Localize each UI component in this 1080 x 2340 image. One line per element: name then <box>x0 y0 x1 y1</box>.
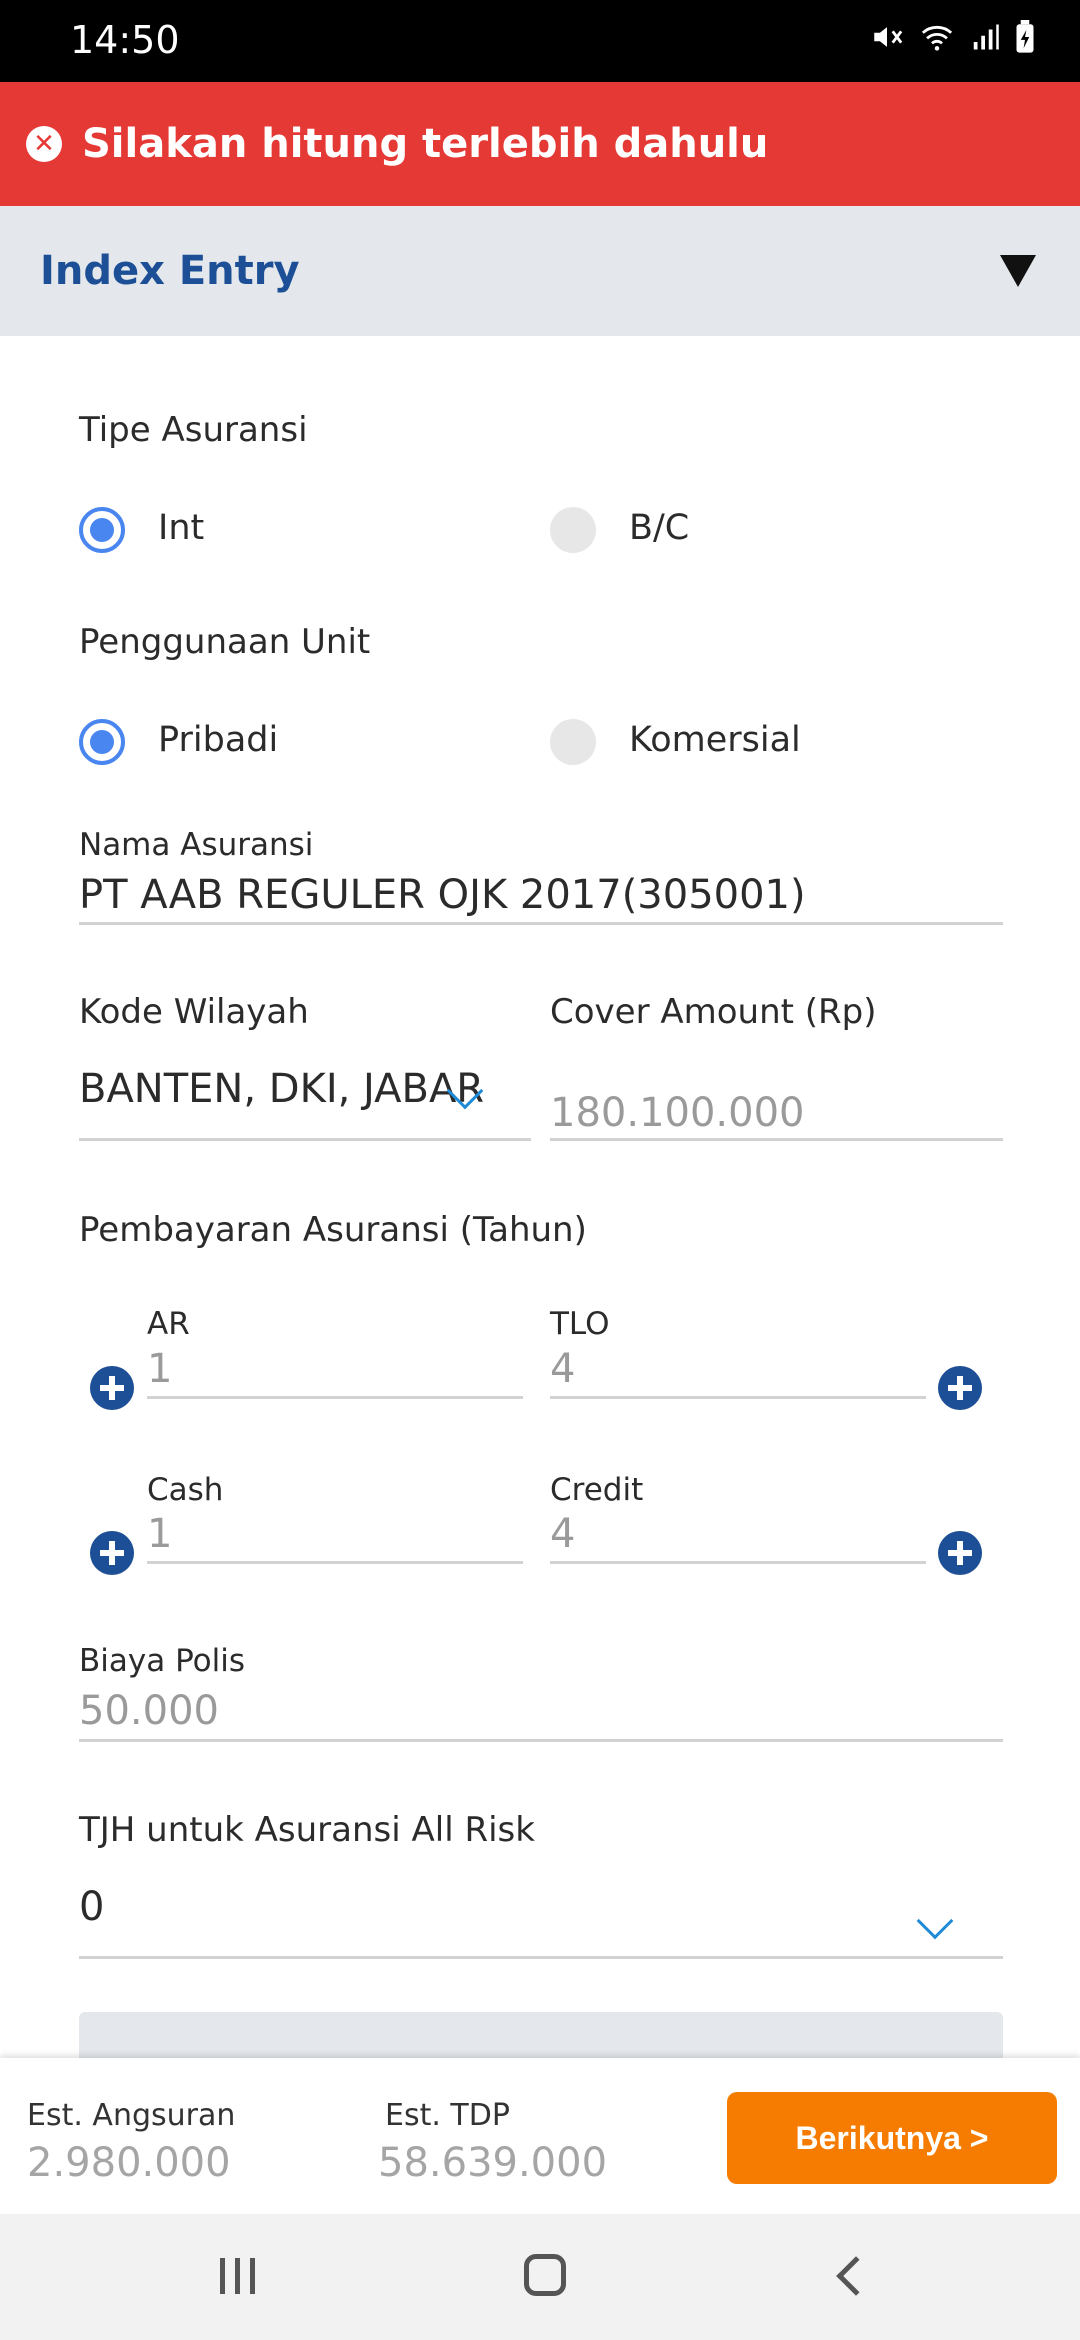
cover-amount-underline <box>550 1138 1003 1141</box>
cash-label: Cash <box>147 1472 224 1508</box>
ar-label: AR <box>147 1306 190 1342</box>
cash-underline <box>147 1561 523 1564</box>
credit-plus-icon[interactable] <box>938 1531 982 1575</box>
biaya-polis-label: Biaya Polis <box>79 1643 246 1679</box>
ar-plus-icon[interactable] <box>90 1366 134 1410</box>
tjh-underline <box>79 1956 1003 1959</box>
error-x-icon: ✕ <box>26 126 62 162</box>
ar-field[interactable]: 1 <box>147 1346 172 1392</box>
mute-icon <box>874 27 903 47</box>
section-title: Index Entry <box>40 248 300 294</box>
status-bar: 14:50 <box>0 0 1080 82</box>
ar-underline <box>147 1396 523 1399</box>
collapse-caret-icon[interactable] <box>1000 255 1036 287</box>
tlo-field[interactable]: 4 <box>550 1346 575 1392</box>
status-icons <box>870 20 1036 54</box>
tlo-underline <box>550 1396 926 1399</box>
pembayaran-label: Pembayaran Asuransi (Tahun) <box>79 1210 587 1250</box>
est-angsuran-value: 2.980.000 <box>27 2140 231 2186</box>
alert-message: Silakan hitung terlebih dahulu <box>82 121 769 167</box>
radio-komersial-label: Komersial <box>629 720 801 760</box>
nama-asuransi-label: Nama Asuransi <box>79 827 314 863</box>
radio-pribadi[interactable] <box>79 719 125 765</box>
radio-komersial[interactable] <box>550 719 596 765</box>
tjh-chevron-down-icon[interactable] <box>916 1902 954 1940</box>
radio-int-label: Int <box>158 508 205 548</box>
home-icon[interactable] <box>524 2254 566 2296</box>
cover-amount-label: Cover Amount (Rp) <box>550 992 877 1032</box>
recent-apps-icon[interactable] <box>220 2258 255 2294</box>
estimate-footer: Est. Angsuran 2.980.000 Est. TDP 58.639.… <box>0 2058 1080 2214</box>
next-button[interactable]: Berikutnya > <box>727 2092 1057 2184</box>
signal-icon <box>973 24 999 50</box>
back-icon[interactable] <box>836 2256 876 2296</box>
tlo-label: TLO <box>550 1306 610 1342</box>
cash-field[interactable]: 1 <box>147 1511 172 1557</box>
est-tdp-label: Est. TDP <box>385 2098 510 2133</box>
tlo-plus-icon[interactable] <box>938 1366 982 1410</box>
penggunaan-unit-label: Penggunaan Unit <box>79 622 371 662</box>
battery-icon <box>1016 20 1034 53</box>
est-angsuran-label: Est. Angsuran <box>27 2098 236 2133</box>
tipe-asuransi-label: Tipe Asuransi <box>79 410 308 450</box>
index-entry-header[interactable]: Index Entry <box>0 206 1080 336</box>
kode-wilayah-label: Kode Wilayah <box>79 992 309 1032</box>
wifi-icon <box>921 25 953 51</box>
radio-bc[interactable] <box>550 507 596 553</box>
kode-wilayah-select[interactable]: BANTEN, DKI, JABAR <box>79 1066 484 1112</box>
biaya-polis-underline <box>79 1739 1003 1742</box>
nama-asuransi-field[interactable]: PT AAB REGULER OJK 2017(305001) <box>79 872 806 918</box>
kode-wilayah-underline <box>79 1138 531 1141</box>
status-time: 14:50 <box>70 18 180 62</box>
credit-underline <box>550 1561 926 1564</box>
credit-label: Credit <box>550 1472 644 1508</box>
cash-plus-icon[interactable] <box>90 1531 134 1575</box>
tjh-select[interactable]: 0 <box>79 1884 104 1930</box>
system-nav-bar <box>0 2214 1080 2340</box>
nama-asuransi-underline <box>79 922 1003 925</box>
error-alert: ✕ Silakan hitung terlebih dahulu <box>0 82 1080 206</box>
cover-amount-field[interactable]: 180.100.000 <box>550 1090 804 1136</box>
biaya-polis-field[interactable]: 50.000 <box>79 1688 219 1734</box>
tjh-label: TJH untuk Asuransi All Risk <box>79 1810 535 1850</box>
est-tdp-value: 58.639.000 <box>378 2140 608 2186</box>
radio-bc-label: B/C <box>629 508 690 548</box>
radio-pribadi-label: Pribadi <box>158 720 279 760</box>
radio-int[interactable] <box>79 507 125 553</box>
credit-field[interactable]: 4 <box>550 1511 575 1557</box>
